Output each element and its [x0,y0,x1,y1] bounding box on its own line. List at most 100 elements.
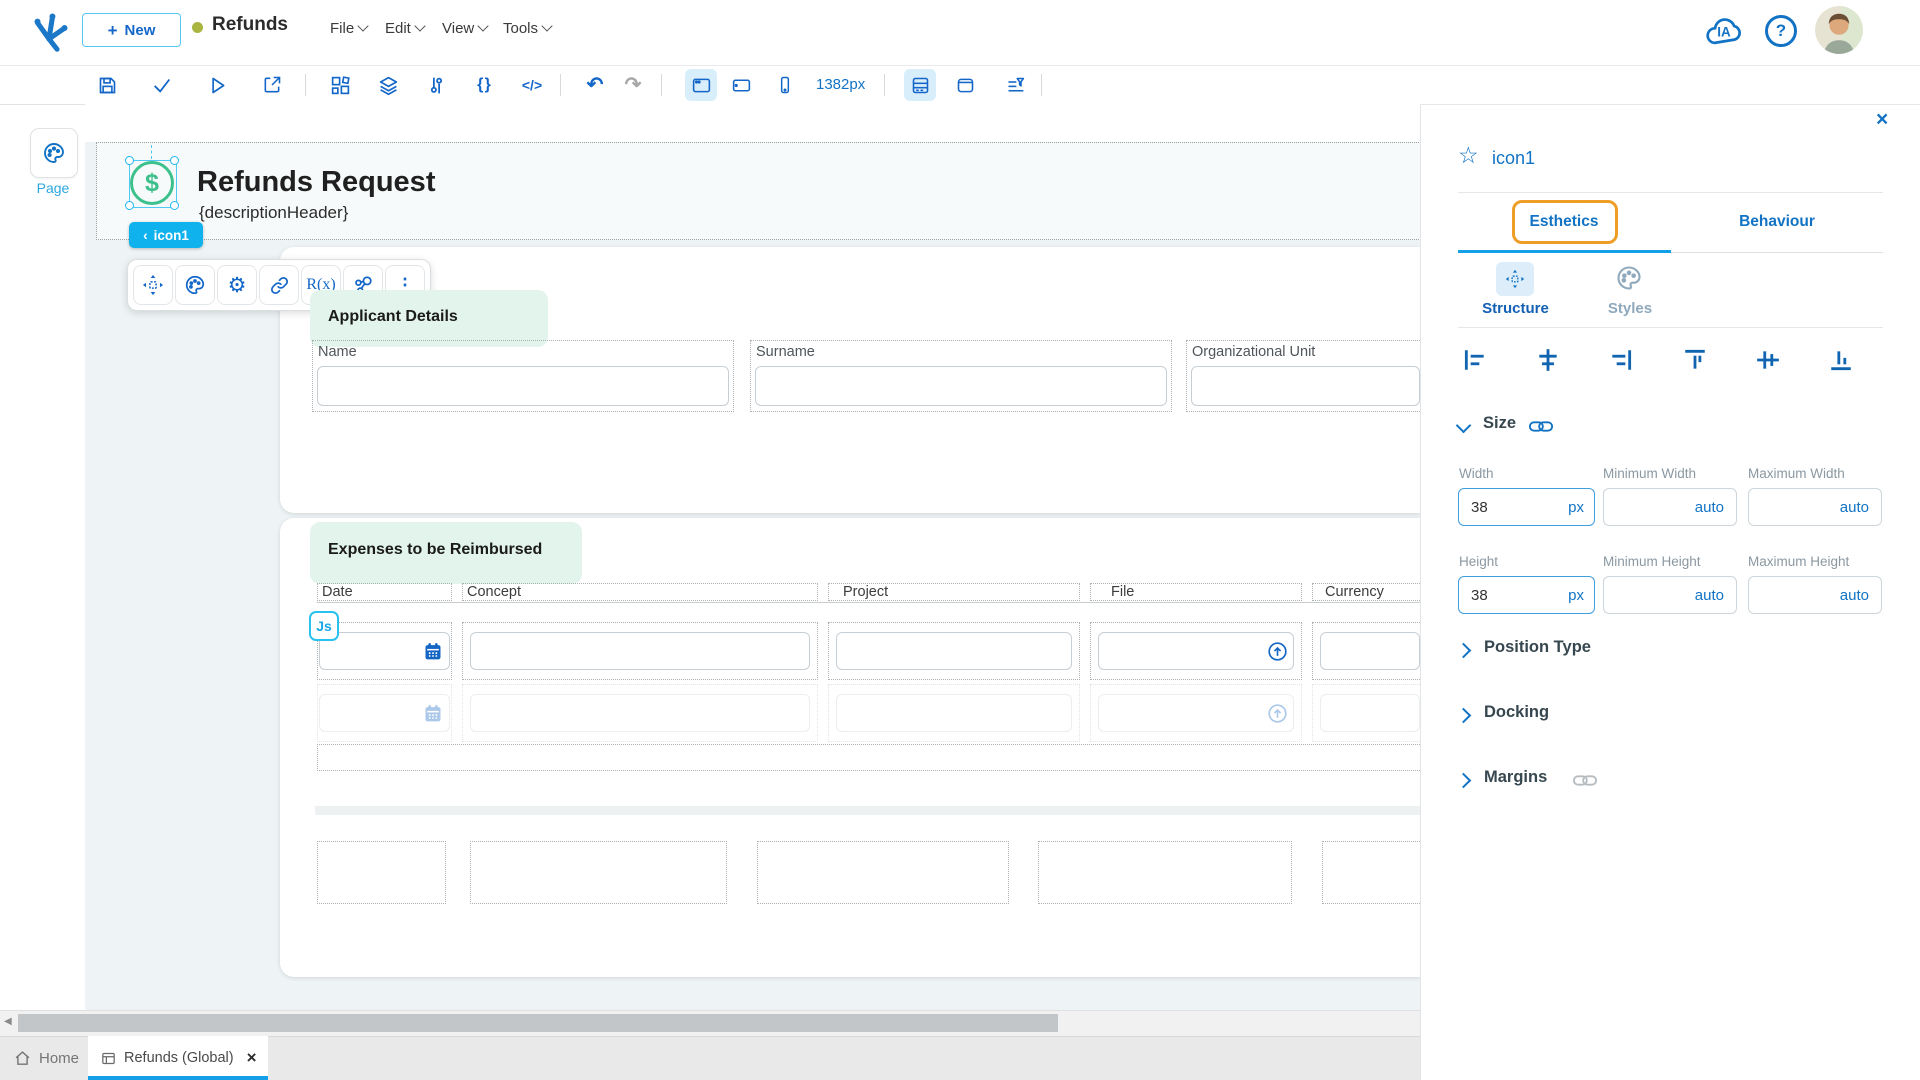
preview-button[interactable] [201,69,233,101]
js-script-badge[interactable]: Js [309,611,339,641]
file-input[interactable] [1098,632,1294,670]
height-input[interactable] [1469,585,1569,605]
device-phone-button[interactable] [769,69,801,101]
align-center-vertical-button[interactable] [1755,347,1781,373]
dollar-icon[interactable]: $ [130,161,174,205]
tab-home[interactable]: Home [0,1036,88,1080]
device-desktop-button[interactable] [685,69,717,101]
form-title[interactable]: Refunds Request [197,166,435,199]
placeholder-cell[interactable] [1038,841,1292,904]
calendar-icon[interactable] [423,703,443,723]
scroll-left-arrow[interactable]: ◀ [4,1016,12,1027]
margins-link-icon[interactable] [1572,770,1598,790]
move-element-button[interactable] [133,265,173,305]
app-logo[interactable] [26,9,72,55]
currency-input[interactable] [1320,694,1420,732]
tag-back-chevron[interactable]: ‹ [143,228,148,243]
menu-file[interactable]: File [330,16,369,40]
layers-button[interactable] [372,69,404,101]
surname-input[interactable] [755,366,1167,406]
min-width-input[interactable] [1614,497,1726,517]
device-tablet-button[interactable] [725,69,757,101]
calendar-icon[interactable] [423,641,443,661]
selection-handle[interactable] [170,156,179,165]
align-right-button[interactable] [1608,347,1634,373]
menu-tools[interactable]: Tools [503,16,553,40]
selected-element-tag[interactable]: ‹ icon1 [129,222,203,248]
panel-close-button[interactable]: × [1876,108,1888,132]
project-input[interactable] [836,694,1072,732]
favorite-star-icon[interactable]: ☆ [1458,142,1479,169]
size-link-icon[interactable] [1528,416,1554,436]
align-top-button[interactable] [1682,347,1708,373]
align-left-button[interactable] [1462,347,1488,373]
selection-handle[interactable] [125,201,134,210]
orgunit-input[interactable] [1191,366,1420,406]
name-input[interactable] [317,366,729,406]
container-button[interactable] [949,69,981,101]
docking-section[interactable]: Docking [1484,703,1549,722]
table-add-row-zone[interactable] [317,744,1420,771]
tab-close-icon[interactable]: × [247,1048,257,1068]
position-type-chevron[interactable] [1455,642,1472,661]
redo-button[interactable]: ↷ [617,69,649,101]
docking-chevron[interactable] [1455,707,1472,726]
min-height-input[interactable] [1614,585,1726,605]
user-avatar[interactable] [1815,6,1863,54]
width-input[interactable] [1469,497,1569,517]
position-type-section[interactable]: Position Type [1484,638,1591,657]
subtab-structure-label[interactable]: Structure [1458,300,1573,317]
page-label[interactable]: Page [28,180,78,196]
max-height-input[interactable] [1759,585,1871,605]
undo-button[interactable]: ↶ [579,69,611,101]
currency-input[interactable] [1320,632,1420,670]
placeholder-cell[interactable] [757,841,1009,904]
source-code-button[interactable]: </> [516,69,548,101]
export-button[interactable] [256,69,288,101]
layout-structure-button[interactable] [904,69,936,101]
max-width-input[interactable] [1759,497,1871,517]
concept-input[interactable] [470,694,810,732]
subtab-structure[interactable] [1496,262,1534,296]
widgets-button[interactable] [324,69,356,101]
upload-icon[interactable] [1267,641,1288,662]
margins-chevron[interactable] [1455,772,1472,791]
col-header-currency[interactable]: Currency [1312,583,1420,601]
ai-assistant-button[interactable]: IA [1703,12,1745,50]
form-subtitle-binding[interactable]: {descriptionHeader} [199,203,348,223]
col-header-project[interactable]: Project [828,583,1080,601]
align-center-horizontal-button[interactable] [1535,347,1561,373]
placeholder-cell[interactable] [470,841,727,904]
element-styles-button[interactable] [175,265,215,305]
margins-section[interactable]: Margins [1484,768,1547,787]
concept-input[interactable] [470,632,810,670]
element-settings-button[interactable]: ⚙ [217,265,257,305]
placeholder-cell[interactable] [317,841,446,904]
selection-handle[interactable] [125,156,134,165]
validate-button[interactable] [146,69,178,101]
col-header-concept[interactable]: Concept [462,583,818,601]
flow-button[interactable] [420,69,452,101]
col-header-file[interactable]: File [1090,583,1302,601]
new-button[interactable]: + New [82,13,181,47]
filter-sort-button[interactable] [999,69,1031,101]
page-palette-button[interactable] [30,128,78,178]
col-header-date[interactable]: Date [317,583,452,601]
applicant-section-title[interactable]: Applicant Details [328,308,458,326]
save-button[interactable] [91,69,123,101]
menu-edit[interactable]: Edit [385,16,426,40]
size-section-chevron[interactable] [1455,417,1472,436]
file-input[interactable] [1098,694,1294,732]
menu-view[interactable]: View [442,16,489,40]
project-input[interactable] [836,632,1072,670]
subtab-styles-label[interactable]: Styles [1590,300,1670,317]
placeholder-cell[interactable] [1322,841,1420,904]
align-bottom-button[interactable] [1828,347,1854,373]
expenses-section-title[interactable]: Expenses to be Reimbursed [328,541,542,559]
braces-button[interactable]: { } [468,69,500,101]
viewport-width-value[interactable]: 1382px [816,76,865,93]
tab-behaviour[interactable]: Behaviour [1671,213,1883,231]
size-section-header[interactable]: Size [1483,414,1516,433]
selection-handle[interactable] [170,201,179,210]
horizontal-scrollbar-thumb[interactable] [18,1014,1058,1032]
